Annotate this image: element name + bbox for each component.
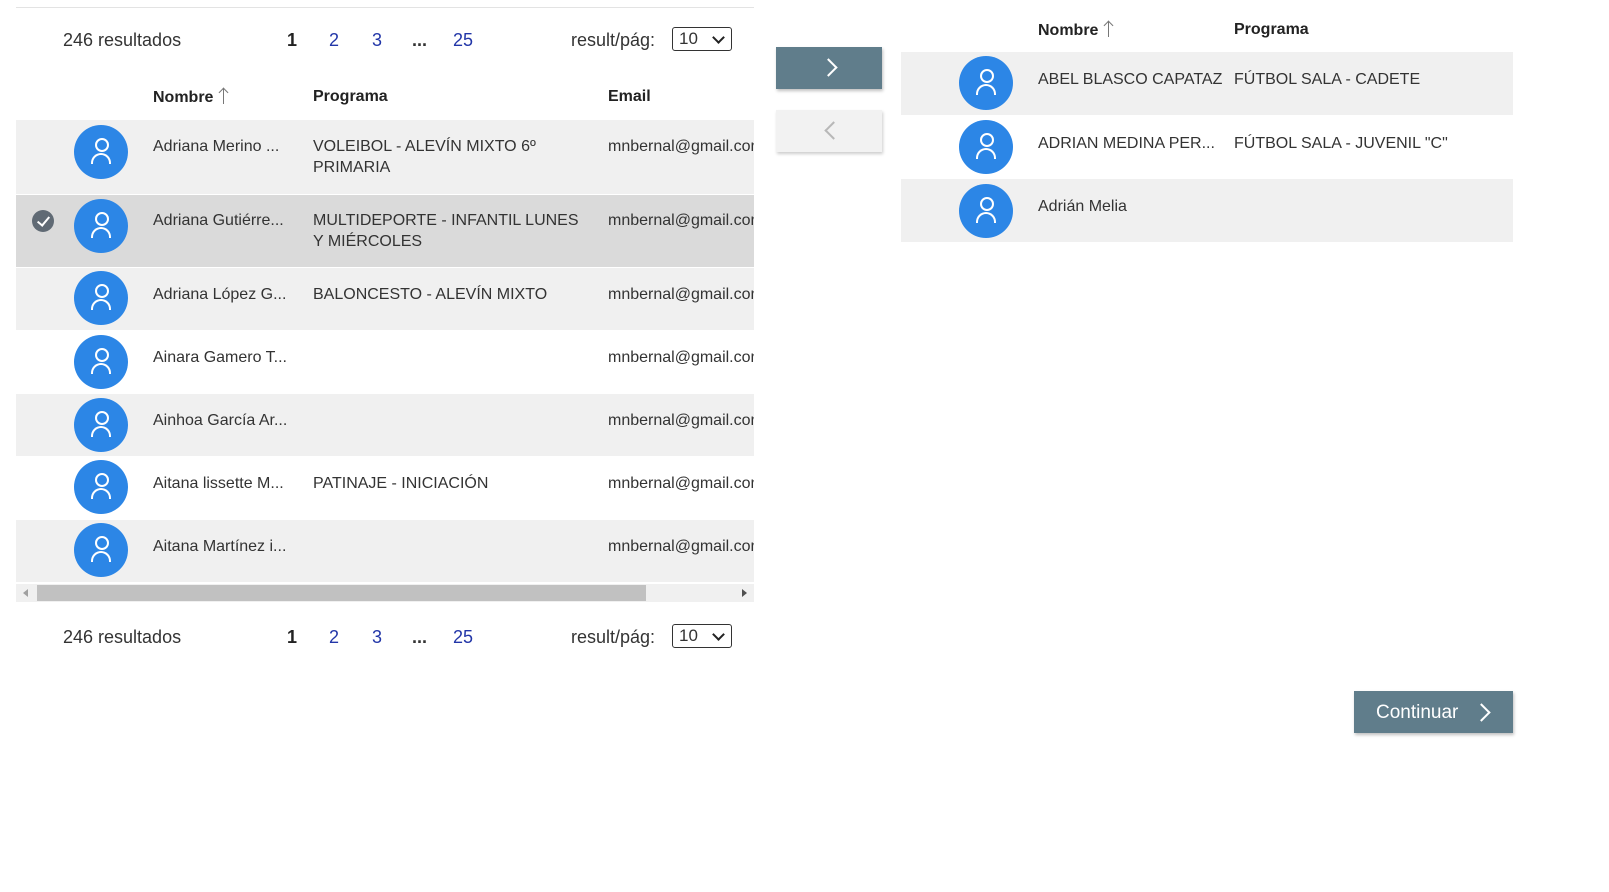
user-avatar-icon xyxy=(959,120,1013,174)
pagination-bottom: 246 resultados 1 2 3 ... 25 result/pág: … xyxy=(16,617,754,661)
row-name: Ainara Gamero T... xyxy=(153,349,287,366)
table-row[interactable]: Aitana lissette M... PATINAJE - INICIACI… xyxy=(16,457,754,519)
column-header-program[interactable]: Programa xyxy=(1234,21,1309,39)
user-avatar-icon xyxy=(74,199,128,253)
per-page-value: 10 xyxy=(679,29,698,48)
table-row[interactable]: ADRIAN MEDINA PER... FÚTBOL SALA - JUVEN… xyxy=(901,116,1513,178)
per-page-label: result/pág: xyxy=(571,627,656,647)
user-avatar-icon xyxy=(74,125,128,179)
chevron-right-icon xyxy=(819,58,838,77)
table-row[interactable]: Aitana Martínez i... mnbernal@gmail.com xyxy=(16,520,754,582)
page-3[interactable]: 3 xyxy=(372,627,382,648)
top-divider xyxy=(16,7,754,8)
sort-ascending-icon xyxy=(219,88,229,104)
available-members-table: Nombre Programa Email Adriana Merino ...… xyxy=(16,78,754,604)
results-count: 246 resultados xyxy=(63,30,182,50)
row-program: BALONCESTO - ALEVÍN MIXTO xyxy=(313,286,548,303)
column-header-name[interactable]: Nombre xyxy=(1038,21,1114,40)
check-circle-icon[interactable] xyxy=(32,210,54,232)
table-header: Nombre Programa Email xyxy=(16,78,754,118)
per-page-label: result/pág: xyxy=(571,30,656,50)
sort-ascending-icon xyxy=(1104,21,1114,37)
page-last[interactable]: 25 xyxy=(453,30,473,51)
row-program: MULTIDEPORTE - INFANTIL LUNES Y MIÉRCOLE… xyxy=(313,212,579,250)
continue-button[interactable]: Continuar xyxy=(1354,691,1513,733)
user-avatar-icon xyxy=(74,398,128,452)
user-avatar-icon xyxy=(959,184,1013,238)
scrollbar-thumb[interactable] xyxy=(37,585,646,601)
user-avatar-icon xyxy=(74,460,128,514)
results-count: 246 resultados xyxy=(63,627,182,647)
per-page-select[interactable]: 10 xyxy=(672,27,732,51)
chevron-right-icon xyxy=(1472,703,1491,722)
chevron-left-icon xyxy=(824,121,843,140)
row-name: ADRIAN MEDINA PER... xyxy=(1038,135,1215,152)
table-row-selected[interactable]: Adriana Gutiérre... MULTIDEPORTE - INFAN… xyxy=(16,195,754,267)
row-program: FÚTBOL SALA - CADETE xyxy=(1234,71,1421,88)
scroll-right-arrow-icon[interactable] xyxy=(742,589,747,597)
row-name: Adriana Gutiérre... xyxy=(153,212,284,229)
row-name: Aitana Martínez i... xyxy=(153,538,287,555)
row-email: mnbernal@gmail.com xyxy=(608,212,754,229)
row-name: Ainhoa García Ar... xyxy=(153,412,288,429)
page-last[interactable]: 25 xyxy=(453,627,473,648)
user-avatar-icon xyxy=(959,56,1013,110)
page-2[interactable]: 2 xyxy=(329,30,339,51)
column-header-program[interactable]: Programa xyxy=(313,88,388,106)
row-email: mnbernal@gmail.com xyxy=(608,286,754,303)
table-row[interactable]: ABEL BLASCO CAPATAZ FÚTBOL SALA - CADETE xyxy=(901,52,1513,115)
page-1[interactable]: 1 xyxy=(287,30,297,51)
scroll-left-arrow-icon[interactable] xyxy=(23,589,28,597)
row-program: VOLEIBOL - ALEVÍN MIXTO 6º PRIMARIA xyxy=(313,138,536,176)
add-selected-button[interactable] xyxy=(776,47,882,89)
row-email: mnbernal@gmail.com xyxy=(608,538,754,555)
column-header-name[interactable]: Nombre xyxy=(153,88,229,107)
horizontal-scrollbar[interactable] xyxy=(16,584,754,602)
continue-label: Continuar xyxy=(1376,702,1459,723)
table-row[interactable]: Adriana Merino ... VOLEIBOL - ALEVÍN MIX… xyxy=(16,120,754,194)
table-row[interactable]: Adriana López G... BALONCESTO - ALEVÍN M… xyxy=(16,268,754,330)
row-email: mnbernal@gmail.com xyxy=(608,349,754,366)
chevron-down-icon xyxy=(712,31,725,44)
selected-members-table: Nombre Programa ABEL BLASCO CAPATAZ FÚTB… xyxy=(901,10,1513,250)
row-email: mnbernal@gmail.com xyxy=(608,138,754,155)
table-row[interactable]: Ainhoa García Ar... mnbernal@gmail.com xyxy=(16,394,754,456)
table-row[interactable]: Adrián Melia xyxy=(901,179,1513,242)
row-name: Adriana Merino ... xyxy=(153,138,280,155)
per-page-value: 10 xyxy=(679,626,698,645)
page-3[interactable]: 3 xyxy=(372,30,382,51)
page-2[interactable]: 2 xyxy=(329,627,339,648)
remove-selected-button[interactable] xyxy=(776,110,882,152)
row-email: mnbernal@gmail.com xyxy=(608,475,754,492)
row-email: mnbernal@gmail.com xyxy=(608,412,754,429)
row-name: Adriana López G... xyxy=(153,286,287,303)
row-program: PATINAJE - INICIACIÓN xyxy=(313,475,489,492)
user-avatar-icon xyxy=(74,335,128,389)
row-program: FÚTBOL SALA - JUVENIL "C" xyxy=(1234,135,1448,152)
row-name: Aitana lissette M... xyxy=(153,475,284,492)
page-ellipsis: ... xyxy=(412,627,428,647)
row-name: Adrián Melia xyxy=(1038,198,1127,215)
column-header-email[interactable]: Email xyxy=(608,88,651,106)
row-name: ABEL BLASCO CAPATAZ xyxy=(1038,71,1223,88)
page-ellipsis: ... xyxy=(412,30,428,50)
chevron-down-icon xyxy=(712,628,725,641)
pagination-top: 246 resultados 1 2 3 ... 25 result/pág: … xyxy=(16,20,754,64)
table-row[interactable]: Ainara Gamero T... mnbernal@gmail.com xyxy=(16,331,754,393)
user-avatar-icon xyxy=(74,271,128,325)
page-1[interactable]: 1 xyxy=(287,627,297,648)
user-avatar-icon xyxy=(74,523,128,577)
per-page-select[interactable]: 10 xyxy=(672,624,732,648)
table-header: Nombre Programa xyxy=(901,10,1513,50)
